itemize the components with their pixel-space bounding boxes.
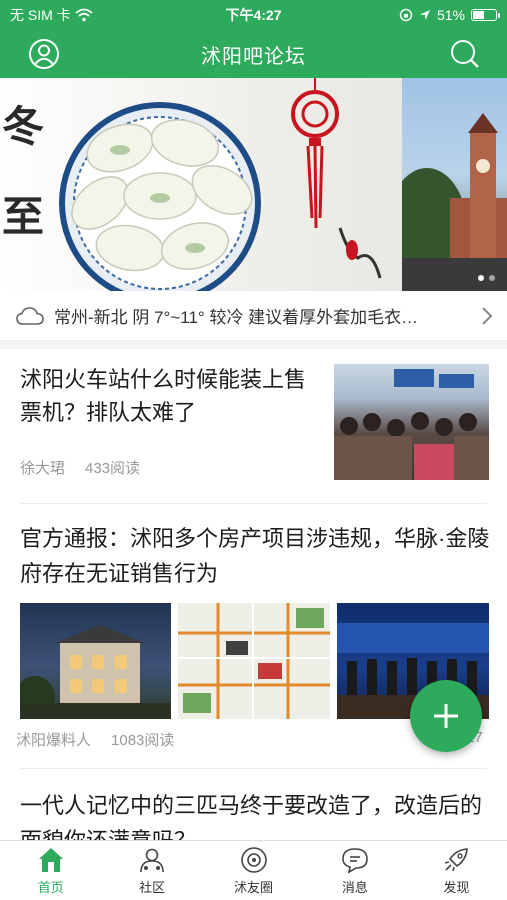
weather-text: 常州-新北 阴 7°~11° 较冷 建议着厚外套加毛衣… [54,308,419,327]
map-image [178,603,330,719]
carousel-dot-2[interactable] [489,275,495,281]
article-divider [20,768,487,769]
article-title[interactable]: 一代人记忆中的三匹马终于要改造了，改造后的面貌你还满意吗？ [20,788,490,840]
banner-slide-dongzhi[interactable]: 冬至 [0,78,402,291]
page-title: 沭阳吧论坛 [201,45,306,68]
tab-label: 消息 [341,880,368,895]
article-image-2[interactable] [178,603,330,719]
status-right: 51% [399,7,500,23]
search-icon [451,40,479,68]
chevron-right-icon [482,307,493,325]
banner-slide-building[interactable] [387,78,507,291]
tab-home[interactable]: 首页 [0,841,101,900]
article-reads: 1083阅读 [111,732,175,749]
tab-messages[interactable]: 消息 [304,841,405,900]
wifi-icon [75,8,93,22]
app-header: 沭阳吧论坛 [0,30,507,78]
orientation-lock-icon [399,8,413,22]
battery-icon [471,9,500,21]
battery-fill [473,11,484,19]
article-reads: 433阅读 [85,460,141,477]
carousel-indicator [478,275,495,281]
bottom-tab-bar: 首页 社区 沭友圈 消息 发现 [0,840,507,900]
article-meta: 沭阳爆料人 1083阅读 [16,729,174,750]
crowd-photo [334,369,489,480]
status-bar: 无 SIM 卡 下午4:27 51% [0,0,507,30]
plus-icon [434,704,458,728]
chinese-knot-icon [291,78,339,229]
article-divider [20,503,487,504]
article-author[interactable]: 徐大珺 [20,460,65,477]
article-image-1[interactable] [20,603,171,719]
user-circle-icon [29,39,59,69]
article-thumbnail[interactable] [334,364,489,480]
tab-label: 首页 [37,880,64,895]
status-left: 无 SIM 卡 [10,5,93,25]
weather-bar[interactable]: 常州-新北 阴 7°~11° 较冷 建议着厚外套加毛衣… [0,291,507,341]
home-icon [36,845,66,875]
villa-photo [20,625,171,719]
search-button[interactable] [447,36,483,72]
tab-label: 沭友圈 [234,880,274,895]
battery-percent: 51% [436,7,465,23]
tab-friends-circle[interactable]: 沭友圈 [203,841,304,900]
article-meta: 徐大珺 433阅读 [20,457,140,478]
location-icon [419,10,430,20]
banner-calligraphy: 冬至 [2,102,45,241]
article-author[interactable]: 沭阳爆料人 [16,732,91,749]
friends-circle-icon [239,845,269,875]
carousel-dot-1[interactable] [478,275,484,281]
building-photo [387,113,507,291]
discover-icon [441,845,471,875]
article-title[interactable]: 官方通报：沭阳多个房产项目涉违规，华脉·金陵府存在无证销售行为 [20,521,490,591]
profile-button[interactable] [26,36,62,72]
tab-label: 发现 [443,880,470,895]
tab-label: 社区 [139,880,166,895]
new-post-button[interactable] [410,680,482,752]
tab-discover[interactable]: 发现 [406,841,507,900]
banner-carousel[interactable]: 冬至 [0,78,507,291]
carrier-label: 无 SIM 卡 [10,7,71,23]
section-separator [0,341,507,349]
dumplings-illustration [59,78,382,291]
cloud-icon [16,306,44,325]
message-icon [340,845,370,875]
community-icon [137,845,167,875]
tab-community[interactable]: 社区 [101,841,202,900]
article-title[interactable]: 沭阳火车站什么时候能装上售票机？排队太难了 [20,363,320,429]
